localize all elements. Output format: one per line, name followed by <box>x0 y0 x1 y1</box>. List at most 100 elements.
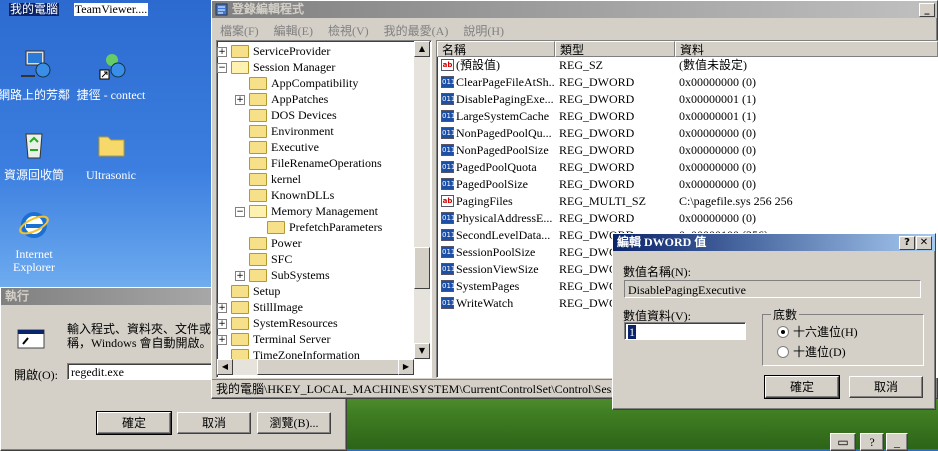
desktop-icon-network-places[interactable]: 網路上的芳鄰 <box>0 48 73 103</box>
binary-value-icon: 011 <box>441 93 456 106</box>
scroll-right-icon[interactable]: ▶ <box>398 359 414 375</box>
binary-value-icon: 011 <box>441 263 456 276</box>
value-row[interactable]: 011PhysicalAddressE... REG_DWORD 0x0000000… <box>437 210 938 227</box>
menu-file[interactable]: 檔案(F) <box>220 22 259 39</box>
collapse-icon[interactable]: − <box>217 63 227 73</box>
tree-item[interactable]: − Memory Management <box>235 203 378 219</box>
column-type[interactable]: 類型 <box>555 41 675 57</box>
desktop-icon-ultrasonic[interactable]: Ultrasonic <box>72 128 150 183</box>
run-ok-button[interactable]: 確定 <box>96 411 172 435</box>
folder-open-icon <box>231 60 249 74</box>
desktop-icon-my-computer[interactable]: 我的電腦 <box>0 2 73 17</box>
dword-ok-button[interactable]: 確定 <box>764 375 840 399</box>
expand-icon[interactable]: + <box>217 47 227 57</box>
value-name-cell: 011WriteWatch <box>441 295 555 312</box>
menu-help[interactable]: 說明(H) <box>463 22 504 39</box>
binary-value-icon: 011 <box>441 144 456 157</box>
tree-item[interactable]: + SystemResources <box>217 315 338 331</box>
close-button[interactable]: ✕ <box>916 236 932 250</box>
value-name: PagedPoolQuota <box>456 160 537 174</box>
scroll-down-icon[interactable]: ▼ <box>414 343 430 359</box>
tree-item[interactable]: SFC <box>249 251 292 267</box>
expand-icon[interactable]: + <box>217 303 227 313</box>
value-name: SessionViewSize <box>456 262 539 276</box>
edit-dword-titlebar[interactable]: 編輯 DWORD 值 ? ✕ <box>613 234 935 251</box>
value-row[interactable]: ab PagingFiles REG_MULTI_SZ C:\pagefile.sys… <box>437 193 938 210</box>
desktop-icon-recycle-bin[interactable]: 資源回收筒 <box>0 128 73 183</box>
expand-icon[interactable]: + <box>235 95 245 105</box>
tree-item-label: FileRenameOperations <box>271 156 382 170</box>
column-name[interactable]: 名稱 <box>437 41 555 57</box>
tree-item[interactable]: Environment <box>249 123 334 139</box>
expand-icon[interactable]: + <box>235 271 245 281</box>
collapse-icon[interactable]: − <box>235 207 245 217</box>
value-data-cell: 0x00000000 (0) <box>679 143 756 157</box>
tree-vertical-scrollbar[interactable]: ▲ ▼ <box>414 41 430 359</box>
menu-favorites[interactable]: 我的最愛(A) <box>384 22 449 39</box>
column-data[interactable]: 資料 <box>675 41 938 57</box>
help-button[interactable]: ? <box>899 236 915 250</box>
menu-view[interactable]: 檢視(V) <box>328 22 369 39</box>
radio-dec[interactable]: 十進位(D) <box>777 343 846 360</box>
base-groupbox: 底數 十六進位(H) 十進位(D) <box>762 306 924 366</box>
tree-pane[interactable]: + ServiceProvider − Session Manager AppCompa… <box>216 40 432 378</box>
value-row[interactable]: 011PagedPoolQuota REG_DWORD 0x00000000 (0) <box>437 159 938 176</box>
tree-item[interactable]: + AppPatches <box>235 91 328 107</box>
value-row[interactable]: 011DisablePagingExe... REG_DWORD 0x0000000… <box>437 91 938 108</box>
scroll-up-icon[interactable]: ▲ <box>414 41 430 57</box>
tree-item[interactable]: + Terminal Server <box>217 331 330 347</box>
tree-item[interactable]: + SubSystems <box>235 267 330 283</box>
value-row[interactable]: 011NonPagedPoolSize REG_DWORD 0x00000000 (… <box>437 142 938 159</box>
dword-cancel-button[interactable]: 取消 <box>849 376 923 398</box>
tree-item[interactable]: AppCompatibility <box>249 75 358 91</box>
tree-horizontal-scrollbar[interactable]: ◀ ▶ <box>217 359 414 375</box>
tree-item[interactable]: TimeZoneInformation <box>231 347 360 359</box>
tree-item-label: Setup <box>253 284 281 298</box>
value-name: LargeSystemCache <box>456 109 550 123</box>
menu-edit[interactable]: 編輯(E) <box>274 22 313 39</box>
tree-item[interactable]: Power <box>249 235 302 251</box>
binary-value-icon: 011 <box>441 280 456 293</box>
minimize-button[interactable]: _ <box>919 3 935 17</box>
radio-selected-icon <box>777 326 789 339</box>
tree-item[interactable]: PrefetchParameters <box>267 219 382 235</box>
tree-item[interactable]: FileRenameOperations <box>249 155 382 171</box>
tree-item-label: StillImage <box>253 300 303 314</box>
tree-item[interactable]: + StillImage <box>217 299 303 315</box>
binary-value-icon: 011 <box>441 110 456 123</box>
regedit-titlebar[interactable]: 登錄編輯程式 _ <box>212 1 937 18</box>
value-row[interactable]: 011NonPagedPoolQu... REG_DWORD 0x00000000 … <box>437 125 938 142</box>
tray-help-button[interactable]: ? <box>860 433 884 451</box>
value-row[interactable]: 011ClearPageFileAtSh... REG_DWORD 0x000000… <box>437 74 938 91</box>
tree-item[interactable]: kernel <box>249 171 301 187</box>
run-description-line: 輸入程式、資料夾、文件或 <box>67 322 212 336</box>
run-program-icon <box>17 329 45 349</box>
desktop-icon-teamviewer[interactable]: TeamViewer.... <box>72 2 150 17</box>
tray-print-icon[interactable]: ▭ <box>830 433 856 451</box>
run-browse-button[interactable]: 瀏覽(B)... <box>257 412 331 434</box>
expand-icon[interactable]: + <box>217 319 227 329</box>
desktop-icon-label: Ultrasonic <box>86 168 136 182</box>
tree-item[interactable]: DOS Devices <box>249 107 337 123</box>
value-data-input[interactable]: 1 <box>624 322 746 340</box>
desktop-icon-contect-shortcut[interactable]: 捷徑 - contect <box>72 48 150 103</box>
scroll-thumb[interactable] <box>257 359 399 375</box>
tree-item[interactable]: Setup <box>231 283 280 299</box>
tree-item[interactable]: + ServiceProvider <box>217 43 330 59</box>
value-row[interactable]: ab (預設值) REG_SZ (數值未設定) <box>437 57 938 74</box>
value-type-cell: REG_SZ <box>559 58 604 72</box>
scroll-thumb[interactable] <box>414 247 430 289</box>
tree-item[interactable]: Executive <box>249 139 319 155</box>
value-type-cell: REG_DWORD <box>559 109 635 123</box>
scroll-left-icon[interactable]: ◀ <box>217 359 233 375</box>
tree-item[interactable]: − Session Manager <box>217 59 335 75</box>
radio-hex[interactable]: 十六進位(H) <box>777 323 858 340</box>
value-type-cell: REG_MULTI_SZ <box>559 194 646 208</box>
value-row[interactable]: 011PagedPoolSize REG_DWORD 0x00000000 (0) <box>437 176 938 193</box>
expand-icon[interactable]: + <box>217 335 227 345</box>
tray-minimize-icon[interactable]: _ <box>886 433 908 451</box>
desktop-icon-internet-explorer[interactable]: Internet Explorer <box>0 208 73 275</box>
value-row[interactable]: 011LargeSystemCache REG_DWORD 0x00000001 (… <box>437 108 938 125</box>
tree-item[interactable]: KnownDLLs <box>249 187 334 203</box>
run-cancel-button[interactable]: 取消 <box>177 412 251 434</box>
